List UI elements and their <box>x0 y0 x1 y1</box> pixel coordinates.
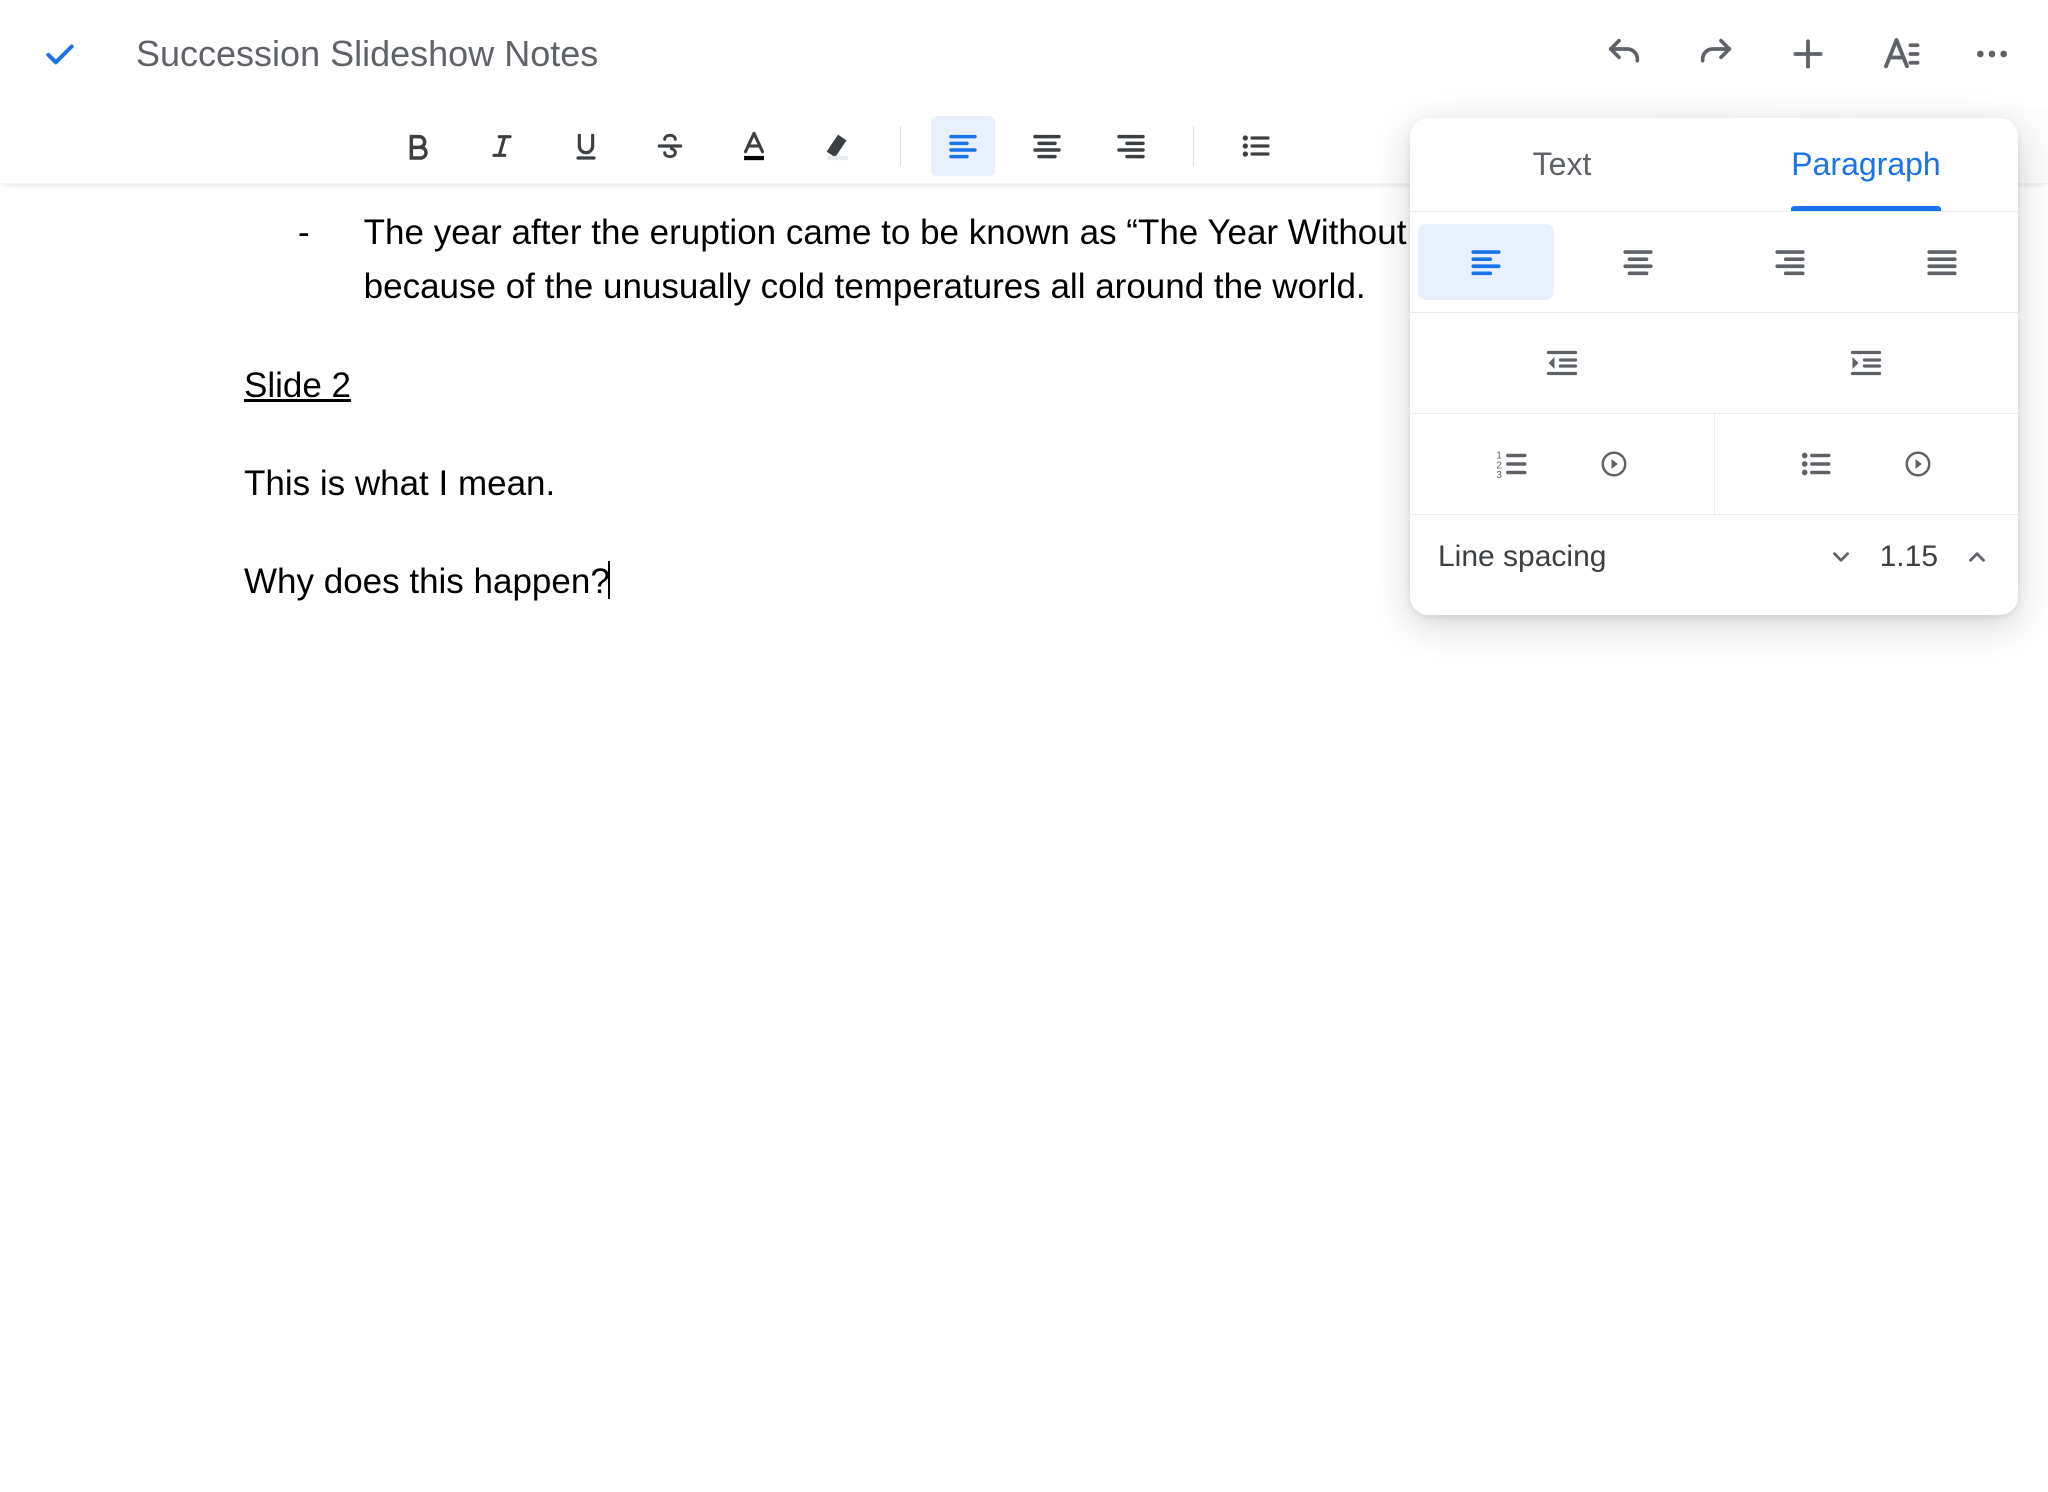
line-spacing-value: 1.15 <box>1880 540 1938 574</box>
increase-indent-button[interactable] <box>1714 313 2018 413</box>
list-row: 123 <box>1410 414 2018 515</box>
paragraph-text: Why does this happen? <box>244 562 610 601</box>
insert-button[interactable] <box>1786 32 1830 76</box>
tab-text[interactable]: Text <box>1410 118 1714 211</box>
paragraph-panel: Text Paragraph 123 <box>1410 118 2018 615</box>
text-cursor <box>608 561 610 599</box>
tab-paragraph[interactable]: Paragraph <box>1714 118 2018 211</box>
panel-bulleted-list-button[interactable] <box>1799 447 1833 481</box>
text-format-button[interactable] <box>1878 32 1922 76</box>
bulleted-list-button[interactable] <box>1224 116 1288 176</box>
undo-button[interactable] <box>1602 32 1646 76</box>
bulleted-list-group <box>1714 414 2019 514</box>
line-spacing-row: Line spacing 1.15 <box>1410 515 2018 615</box>
indent-row <box>1410 313 2018 414</box>
toolbar-divider <box>900 126 901 166</box>
panel-align-justify[interactable] <box>1874 224 2010 300</box>
alignment-row <box>1410 212 2018 313</box>
text-color-button[interactable] <box>722 116 786 176</box>
line-spacing-increase[interactable] <box>1964 544 1990 570</box>
align-right-button[interactable] <box>1099 116 1163 176</box>
bulleted-list-options-button[interactable] <box>1903 449 1933 479</box>
numbered-list-options-button[interactable] <box>1599 449 1629 479</box>
svg-text:3: 3 <box>1496 470 1502 481</box>
header-bar: Succession Slideshow Notes <box>0 0 2048 108</box>
numbered-list-group: 123 <box>1410 414 1714 514</box>
header-actions <box>1602 32 2020 76</box>
strikethrough-button[interactable] <box>638 116 702 176</box>
numbered-list-button[interactable]: 123 <box>1495 447 1529 481</box>
underline-button[interactable] <box>554 116 618 176</box>
panel-align-center[interactable] <box>1570 224 1706 300</box>
panel-tabs: Text Paragraph <box>1410 118 2018 212</box>
line-spacing-label: Line spacing <box>1438 540 1828 574</box>
panel-align-right[interactable] <box>1722 224 1858 300</box>
toolbar-divider <box>1193 126 1194 166</box>
done-check-button[interactable] <box>38 32 82 76</box>
more-menu-button[interactable] <box>1970 32 2014 76</box>
bold-button[interactable] <box>386 116 450 176</box>
align-center-button[interactable] <box>1015 116 1079 176</box>
italic-button[interactable] <box>470 116 534 176</box>
align-left-button[interactable] <box>931 116 995 176</box>
line-spacing-stepper: 1.15 <box>1828 540 1990 574</box>
bullet-marker: - <box>298 206 310 315</box>
highlight-button[interactable] <box>806 116 870 176</box>
decrease-indent-button[interactable] <box>1410 313 1714 413</box>
panel-align-left[interactable] <box>1418 224 1554 300</box>
redo-button[interactable] <box>1694 32 1738 76</box>
document-title[interactable]: Succession Slideshow Notes <box>136 33 1602 75</box>
line-spacing-decrease[interactable] <box>1828 544 1854 570</box>
